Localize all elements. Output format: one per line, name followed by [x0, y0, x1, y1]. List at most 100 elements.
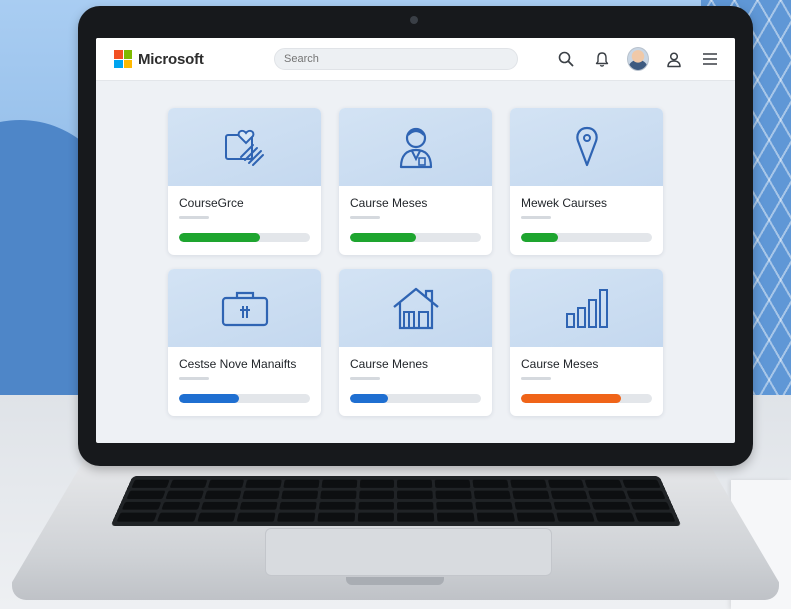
progress-bar [179, 394, 310, 403]
keyboard-key[interactable] [622, 479, 661, 488]
keyboard-key[interactable] [397, 512, 435, 522]
keyboard-key[interactable] [169, 479, 207, 488]
keyboard-key[interactable] [509, 479, 547, 488]
keyboard-key[interactable] [196, 512, 237, 522]
keyboard-key[interactable] [204, 490, 242, 499]
progress-fill [179, 233, 261, 242]
laptop-base [12, 452, 779, 600]
course-card-art [339, 269, 492, 347]
menu-icon[interactable] [699, 48, 721, 70]
keyboard-key[interactable] [547, 479, 585, 488]
keyboard-key[interactable] [281, 490, 319, 499]
keyboard-key[interactable] [277, 512, 316, 522]
header-actions [555, 38, 721, 80]
keyboard-key[interactable] [236, 512, 276, 522]
house-icon [392, 287, 439, 330]
top-navigation-bar: Microsoft [96, 38, 735, 81]
search-icon[interactable] [555, 48, 577, 70]
keyboard-key[interactable] [472, 479, 509, 488]
keyboard-key[interactable] [165, 490, 204, 499]
keyboard-key[interactable] [239, 501, 278, 510]
course-subtitle-placeholder [521, 216, 551, 219]
course-title: Mewek Caurses [521, 196, 608, 210]
keyboard-key[interactable] [116, 512, 157, 522]
course-title: CourseGrce [179, 196, 244, 210]
user-icon[interactable] [663, 48, 685, 70]
progress-bar [521, 394, 652, 403]
course-card[interactable]: Caurse Menes [339, 269, 492, 416]
keyboard-key[interactable] [207, 479, 245, 488]
keyboard-key[interactable] [512, 490, 550, 499]
keyboard-key[interactable] [317, 512, 355, 522]
keyboard-key[interactable] [553, 501, 592, 510]
avatar[interactable] [627, 47, 649, 71]
keyboard-key[interactable] [584, 479, 623, 488]
trackpad[interactable] [265, 528, 552, 576]
keyboard-key[interactable] [630, 501, 671, 510]
keyboard-key[interactable] [242, 490, 280, 499]
microsoft-logo-icon [114, 50, 132, 68]
course-subtitle-placeholder [350, 377, 380, 380]
keyboard-key[interactable] [161, 501, 201, 510]
course-subtitle-placeholder [179, 377, 209, 380]
keyboard-key[interactable] [357, 512, 395, 522]
keyboard-key[interactable] [359, 479, 395, 488]
laptop-front-notch [346, 577, 444, 585]
keyboard-key[interactable] [476, 512, 515, 522]
search-input[interactable] [274, 48, 518, 70]
keyboard-key[interactable] [358, 501, 395, 510]
course-card-art [168, 269, 321, 347]
keyboard-key[interactable] [279, 501, 317, 510]
keyboard-key[interactable] [555, 512, 596, 522]
laptop-screen: Microsoft Search CourseGrce Caurse Meses… [96, 38, 735, 443]
course-card[interactable]: CourseGrce [168, 108, 321, 255]
progress-fill [350, 233, 416, 242]
heart-hand-icon [224, 129, 264, 166]
keyboard-key[interactable] [514, 501, 553, 510]
keyboard-key[interactable] [550, 490, 588, 499]
keyboard-key[interactable] [475, 501, 513, 510]
keyboard-key[interactable] [121, 501, 162, 510]
keyboard-key[interactable] [318, 501, 356, 510]
keyboard-key[interactable] [435, 490, 472, 499]
brand-logo[interactable]: Microsoft [114, 50, 204, 68]
course-title: Caurse Meses [350, 196, 428, 210]
keyboard [110, 476, 682, 526]
keyboard-key[interactable] [437, 512, 475, 522]
keyboard-key[interactable] [397, 490, 434, 499]
keyboard-key[interactable] [635, 512, 676, 522]
course-card[interactable]: Cestse Nove Manaifts [168, 269, 321, 416]
user-avatar [627, 47, 649, 71]
keyboard-key[interactable] [591, 501, 631, 510]
course-subtitle-placeholder [350, 216, 380, 219]
keyboard-key[interactable] [321, 479, 358, 488]
course-card-art [168, 108, 321, 186]
keyboard-key[interactable] [588, 490, 627, 499]
course-card[interactable]: Caurse Meses [510, 269, 663, 416]
course-title: Caurse Meses [521, 357, 599, 371]
keyboard-key[interactable] [434, 479, 471, 488]
keyboard-key[interactable] [245, 479, 283, 488]
keyboard-key[interactable] [626, 490, 666, 499]
course-card-art [510, 269, 663, 347]
course-title: Cestse Nove Manaifts [179, 357, 297, 371]
keyboard-key[interactable] [156, 512, 197, 522]
keyboard-key[interactable] [595, 512, 636, 522]
keyboard-key[interactable] [131, 479, 170, 488]
keyboard-key[interactable] [436, 501, 474, 510]
keyboard-key[interactable] [397, 479, 433, 488]
keyboard-key[interactable] [397, 501, 434, 510]
keyboard-key[interactable] [126, 490, 166, 499]
bell-icon[interactable] [591, 48, 613, 70]
keyboard-key[interactable] [516, 512, 556, 522]
course-card[interactable]: Mewek Caurses [510, 108, 663, 255]
course-title: Caurse Menes [350, 357, 429, 371]
keyboard-key[interactable] [358, 490, 395, 499]
keyboard-key[interactable] [320, 490, 357, 499]
keyboard-key[interactable] [200, 501, 239, 510]
keyboard-key[interactable] [473, 490, 511, 499]
course-card-art [510, 108, 663, 186]
progress-fill [521, 394, 621, 403]
course-card[interactable]: Caurse Meses [339, 108, 492, 255]
keyboard-key[interactable] [283, 479, 320, 488]
